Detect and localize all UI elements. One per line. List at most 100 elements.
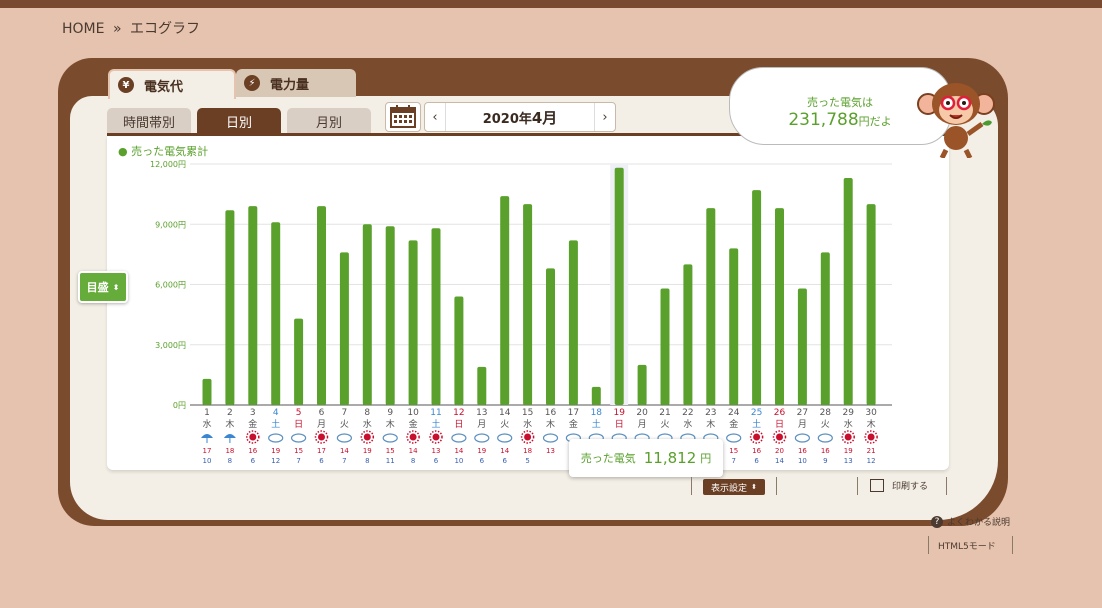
x-tick-day: 2 — [227, 408, 233, 418]
bar[interactable] — [454, 296, 464, 405]
temp-high: 19 — [844, 447, 853, 455]
x-tick-day: 8 — [364, 408, 370, 418]
bar[interactable] — [568, 240, 578, 405]
x-tick-day: 27 — [797, 408, 808, 418]
divider — [928, 536, 929, 554]
scale-button[interactable]: 目盛 ⬍ — [78, 271, 128, 303]
bar[interactable] — [706, 208, 716, 405]
temp-high: 14 — [409, 447, 418, 455]
temp-high: 19 — [271, 447, 280, 455]
bar[interactable] — [202, 378, 212, 405]
bar[interactable] — [248, 206, 258, 405]
x-tick-day: 29 — [842, 408, 854, 418]
cloud-icon — [542, 433, 559, 443]
x-tick-day: 25 — [751, 408, 762, 418]
bar[interactable] — [271, 222, 281, 405]
x-tick-day: 14 — [499, 408, 511, 418]
monkey-mascot-icon — [917, 83, 995, 158]
x-tick-weekday: 土 — [431, 418, 440, 430]
x-tick-day: 7 — [342, 408, 348, 418]
bar[interactable] — [294, 318, 304, 405]
bar[interactable] — [614, 167, 624, 405]
y-tick-label: 12,000円 — [150, 160, 186, 169]
x-tick-weekday: 月 — [477, 419, 486, 430]
bar[interactable] — [866, 204, 876, 405]
divider — [691, 477, 692, 495]
bar[interactable] — [660, 288, 670, 405]
x-tick-weekday: 木 — [546, 418, 555, 430]
bar[interactable] — [408, 240, 418, 405]
temp-low: 5 — [525, 457, 529, 465]
display-settings-label: 表示設定 — [711, 483, 748, 494]
x-tick-day: 15 — [522, 408, 533, 418]
bar[interactable] — [683, 264, 693, 405]
x-tick-weekday: 木 — [225, 418, 234, 430]
bar[interactable] — [477, 366, 487, 405]
temp-high: 18 — [523, 447, 532, 455]
bar[interactable] — [523, 204, 533, 405]
cloud-icon — [451, 433, 467, 443]
temp-low: 10 — [203, 457, 212, 465]
temp-low: 7 — [342, 457, 346, 465]
bar[interactable] — [362, 224, 372, 405]
temp-high: 19 — [363, 447, 372, 455]
x-tick-weekday: 水 — [363, 418, 372, 430]
bar[interactable] — [820, 252, 830, 405]
temp-low: 6 — [754, 457, 759, 465]
html5-mode-link[interactable]: HTML5モード — [938, 539, 996, 552]
temp-low: 11 — [386, 457, 395, 465]
x-tick-day: 13 — [476, 408, 487, 418]
updown-icon: ⬍ — [112, 282, 120, 292]
x-tick-day: 10 — [407, 408, 419, 418]
x-tick-weekday: 木 — [867, 418, 876, 430]
x-tick-day: 1 — [204, 408, 210, 418]
cloud-icon — [497, 433, 513, 443]
temp-high: 18 — [225, 447, 234, 455]
x-tick-day: 20 — [636, 408, 648, 418]
temp-high: 13 — [546, 447, 555, 455]
cloud-icon — [817, 433, 833, 443]
x-tick-day: 23 — [705, 408, 716, 418]
x-tick-weekday: 月 — [317, 419, 326, 430]
bar[interactable] — [385, 226, 395, 405]
printer-icon — [870, 479, 884, 492]
sun-icon — [363, 433, 371, 441]
bar[interactable] — [797, 288, 807, 405]
scale-button-label: 目盛 — [86, 281, 109, 294]
temp-high: 16 — [798, 447, 807, 455]
x-tick-weekday: 日 — [775, 419, 784, 430]
sun-icon — [524, 433, 532, 441]
help-link[interactable]: ? よくわかる説明 — [931, 515, 1010, 528]
sun-icon — [249, 433, 257, 441]
bar[interactable] — [591, 386, 601, 405]
x-tick-day: 9 — [387, 408, 393, 418]
print-button[interactable]: 印刷する — [870, 479, 928, 492]
y-tick-label: 6,000円 — [155, 281, 186, 290]
divider — [776, 477, 777, 495]
display-settings-button[interactable]: 表示設定 ⬍ — [703, 479, 765, 495]
bar[interactable] — [225, 210, 235, 405]
x-tick-weekday: 金 — [248, 418, 257, 430]
print-label: 印刷する — [892, 482, 929, 492]
cloud-icon — [382, 433, 398, 443]
x-tick-weekday: 金 — [569, 418, 578, 430]
bar[interactable] — [339, 252, 349, 405]
bar[interactable] — [317, 206, 326, 405]
bar[interactable] — [546, 268, 555, 405]
cloud-icon — [291, 433, 307, 443]
x-tick-day: 19 — [613, 408, 625, 418]
bar[interactable] — [729, 248, 739, 405]
temp-low: 6 — [502, 457, 507, 465]
bar[interactable] — [637, 364, 647, 405]
bar[interactable] — [431, 228, 441, 405]
x-tick-day: 6 — [319, 408, 325, 418]
bar[interactable] — [775, 208, 784, 405]
bar[interactable] — [843, 178, 853, 405]
temp-high: 14 — [500, 447, 509, 455]
temp-high: 16 — [248, 447, 257, 455]
bar[interactable] — [752, 190, 762, 405]
bar[interactable] — [500, 196, 510, 405]
temp-high: 17 — [203, 447, 212, 455]
x-tick-day: 16 — [545, 408, 557, 418]
temp-low: 10 — [798, 457, 807, 465]
